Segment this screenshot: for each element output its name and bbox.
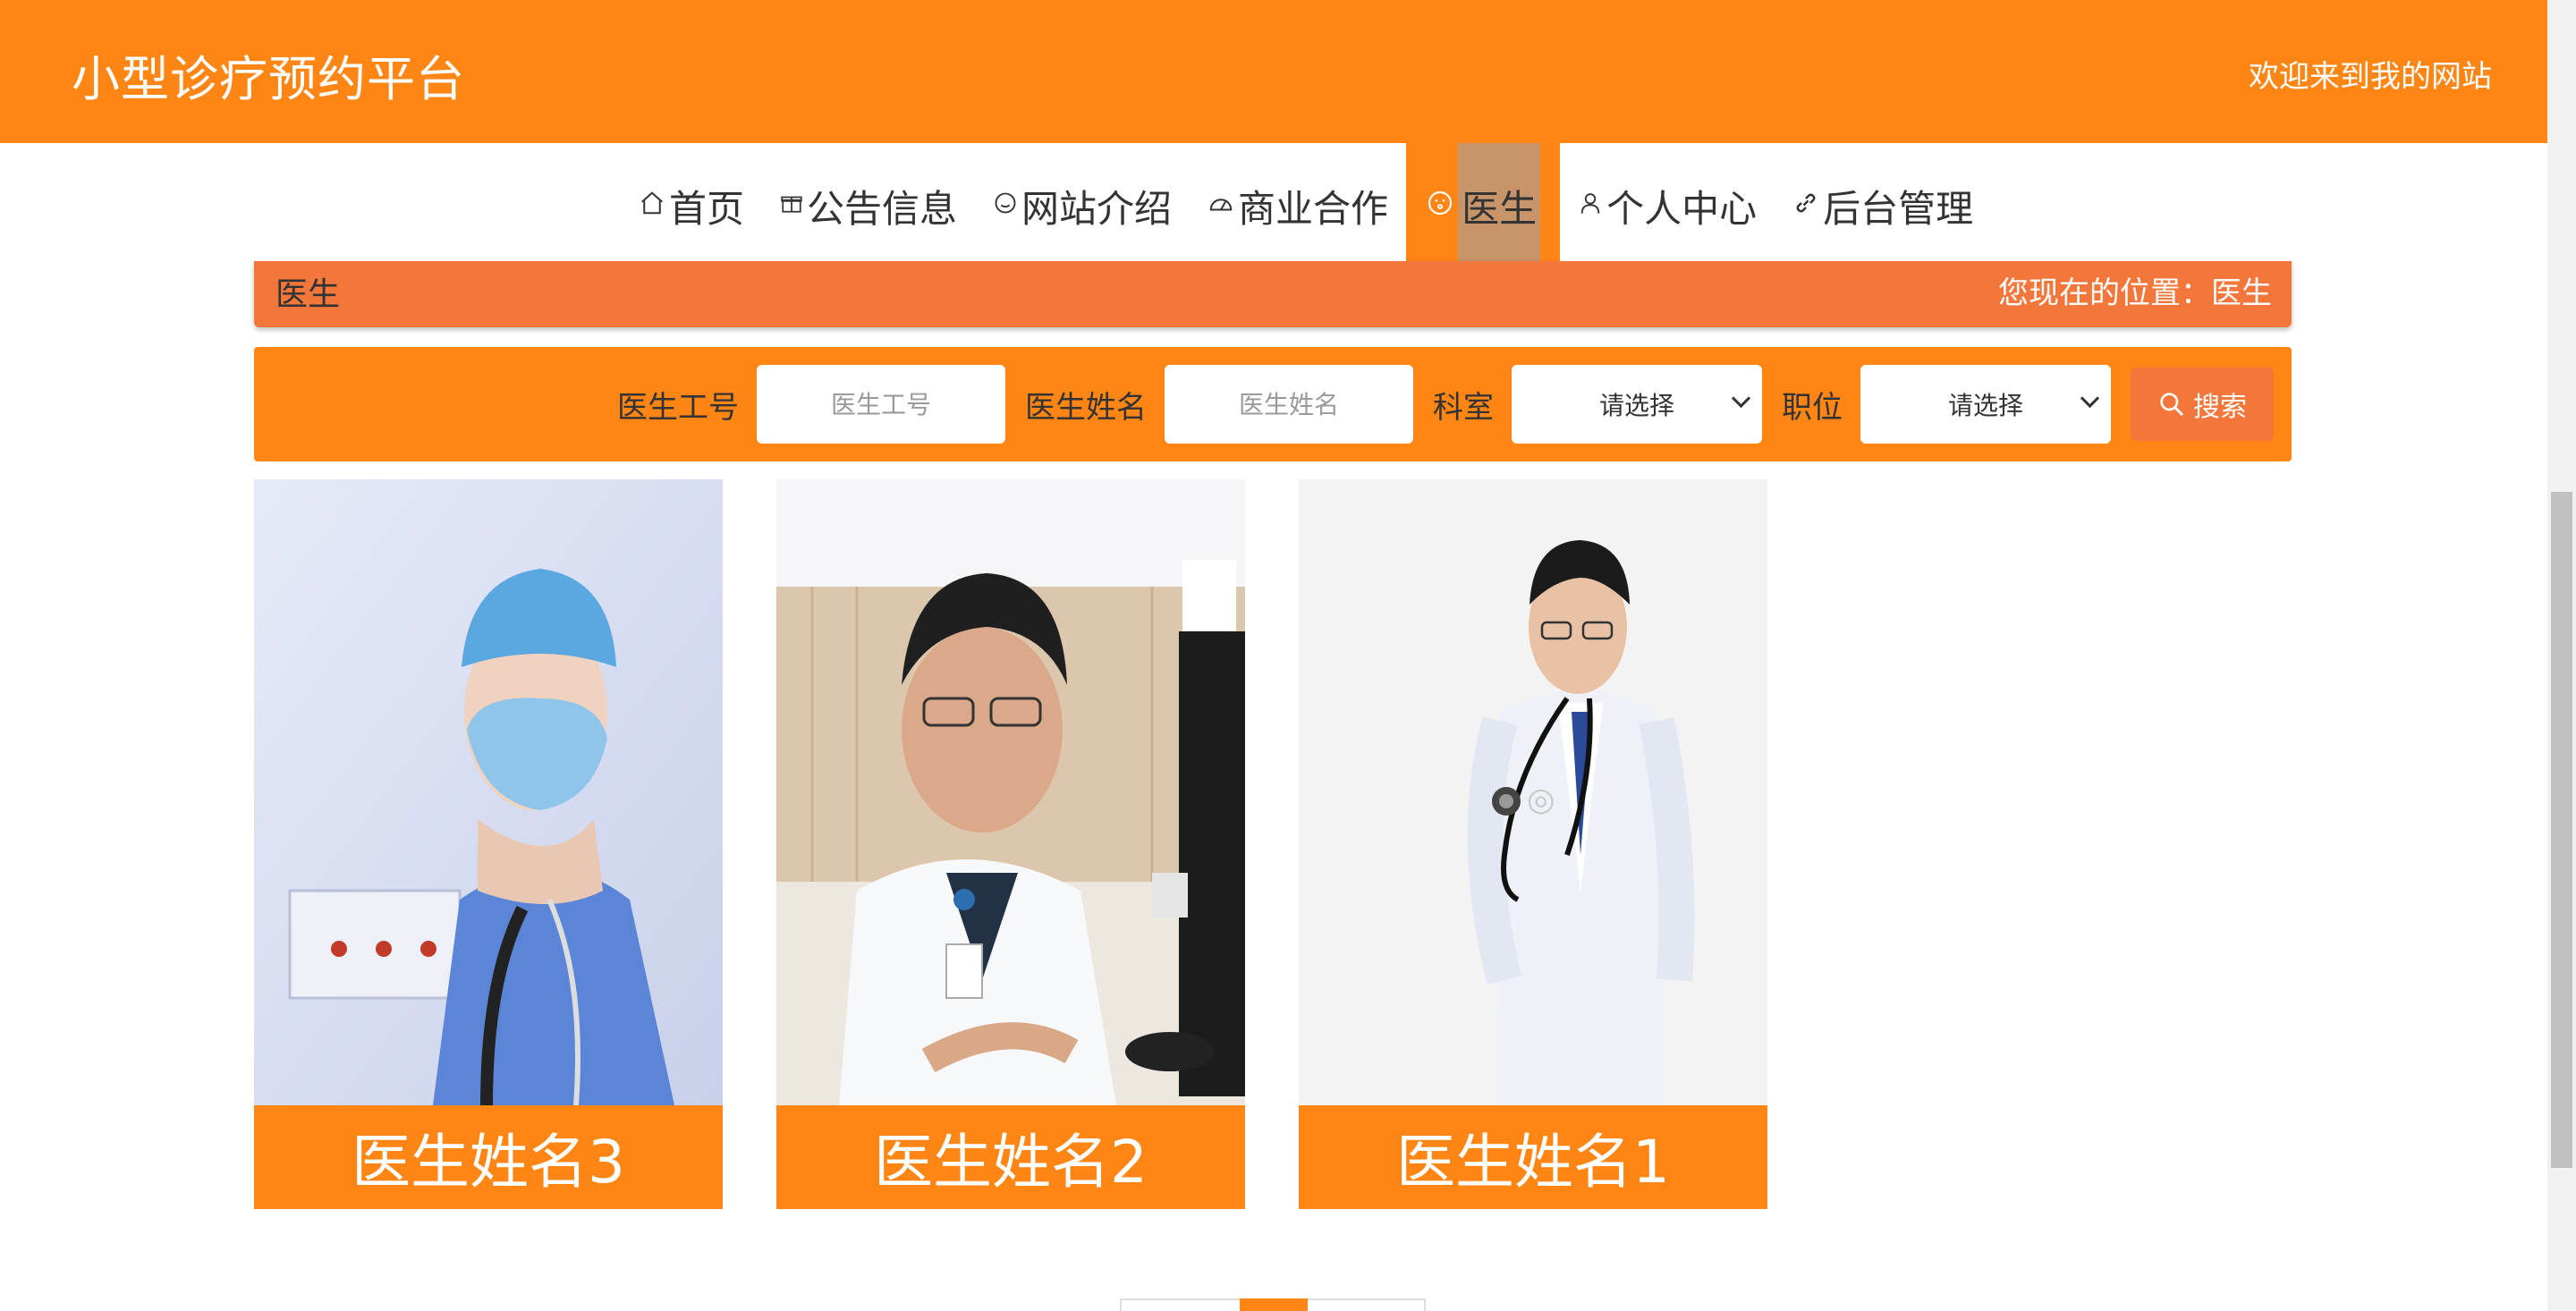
nav-label-home: 首页 [669,186,745,231]
doctor-name[interactable]: 医生姓名1 [1299,1105,1767,1209]
breadcrumb: 医生 您现在的位置：医生 [254,261,2292,327]
doctor-list: 医生姓名3 医生姓名2 ◎ 医生姓名1 [254,479,1821,1209]
svg-text:◎: ◎ [1527,782,1555,818]
doctor-card[interactable]: 医生姓名2 [776,479,1245,1209]
nav-item-admin[interactable]: 后台管理 [1775,143,1991,268]
position-select[interactable]: 请选择 [1860,365,2111,444]
chevron-down-icon [1731,388,1751,409]
position-label: 职位 [1782,389,1843,426]
nav-item-announcements[interactable]: 公告信息 [762,143,975,268]
search-button-label: 搜索 [2193,392,2247,423]
doctor-card[interactable]: ◎ 医生姓名1 [1299,479,1767,1209]
chevron-down-icon [2080,388,2100,409]
doctor-card[interactable]: 医生姓名3 [254,479,723,1209]
pagination-current-page[interactable] [1240,1298,1308,1311]
vertical-scrollbar[interactable] [2547,0,2576,1311]
link-icon [1792,190,1819,223]
position-select-value: 请选择 [1947,391,2023,420]
gift-icon [780,191,803,221]
doctor-photo[interactable] [254,479,723,1105]
nav-list: 首页 公告信息 网站介绍 商业合作 医生 个人中心 后台管理 [621,143,1991,268]
welcome-text: 欢迎来到我的网站 [2249,59,2492,95]
main-nav: 首页 公告信息 网站介绍 商业合作 医生 个人中心 后台管理 [0,143,2547,268]
scrollbar-thumb[interactable] [2551,492,2572,1168]
department-select-value: 请选择 [1598,391,1674,420]
search-bar: 医生工号 医生姓名 科室 请选择 职位 请选择 搜索 [254,347,2292,461]
face-icon [1426,189,1454,224]
nav-item-home[interactable]: 首页 [621,143,762,268]
nav-label-business: 商业合作 [1238,186,1389,231]
nav-label-site-intro: 网站介绍 [1021,186,1173,231]
nav-item-personal-center[interactable]: 个人中心 [1560,143,1775,268]
nav-label-announcements: 公告信息 [807,186,958,231]
department-label: 科室 [1433,389,1494,426]
nav-item-site-intro[interactable]: 网站介绍 [975,143,1190,268]
doctor-photo[interactable] [776,479,1245,1105]
doctor-name-label: 医生姓名 [1025,389,1147,426]
search-form: 医生工号 医生姓名 科室 请选择 职位 请选择 搜索 [597,365,2274,444]
nav-item-doctors[interactable]: 医生 [1406,143,1561,268]
doctor-photo[interactable]: ◎ [1299,479,1767,1105]
department-select[interactable]: 请选择 [1512,365,1762,444]
breadcrumb-title: 医生 [275,276,341,313]
page: 小型诊疗预约平台 欢迎来到我的网站 首页 公告信息 网站介绍 商业合作 医生 个… [0,0,2547,1311]
nav-label-personal-center: 个人中心 [1606,186,1758,231]
breadcrumb-location: 您现在的位置：医生 [1998,275,2272,311]
site-title[interactable]: 小型诊疗预约平台 [72,39,465,110]
nav-item-business[interactable]: 商业合作 [1190,143,1406,268]
doctor-name-input[interactable] [1165,365,1413,444]
gauge-icon [1208,190,1234,223]
pagination [1120,1298,1426,1311]
home-icon [639,190,665,223]
doctor-name[interactable]: 医生姓名3 [254,1105,723,1209]
nav-label-admin: 后台管理 [1823,186,1974,231]
smile-icon [993,190,1018,222]
user-icon [1578,190,1603,222]
search-icon [2160,393,2184,417]
doctor-name[interactable]: 医生姓名2 [776,1105,1245,1209]
site-header: 小型诊疗预约平台 欢迎来到我的网站 [0,0,2547,143]
search-button[interactable]: 搜索 [2131,368,2274,441]
doctor-id-label: 医生工号 [617,389,739,426]
nav-label-doctors: 医生 [1458,143,1541,268]
doctor-id-input[interactable] [757,365,1005,444]
